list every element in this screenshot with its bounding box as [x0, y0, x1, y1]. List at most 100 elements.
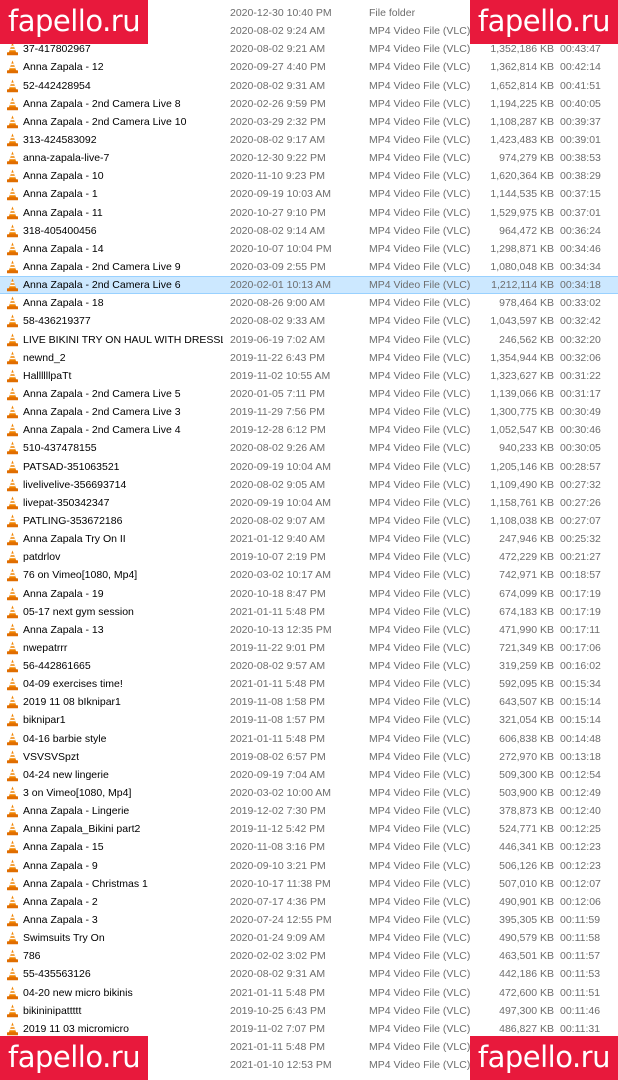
- file-name: Anna Zapala - 13: [23, 623, 104, 636]
- file-row[interactable]: 510-437478155 2020-08-02 9:26 AM MP4 Video…: [0, 439, 618, 457]
- file-name: Anna Zapala - 14: [23, 242, 104, 255]
- file-row[interactable]: Anna Zapala - 2nd Camera Live 10 2020-03-…: [0, 113, 618, 131]
- file-date-modified: 2020-11-08 3:16 PM: [230, 841, 325, 854]
- file-row[interactable]: Anna Zapala - 1 2020-09-19 10:03 AM MP4 Vi…: [0, 185, 618, 203]
- vlc-file-icon: [6, 605, 19, 619]
- vlc-file-icon: [6, 115, 19, 129]
- file-row[interactable]: Anna Zapala - 9 2020-09-10 3:21 PM MP4 Vid…: [0, 857, 618, 875]
- file-date-modified: 2019-11-08 1:58 PM: [230, 696, 325, 709]
- file-type: MP4 Video File (VLC): [369, 97, 471, 110]
- file-row[interactable]: Anna Zapala - Christmas 1 2020-10-17 11:3…: [0, 875, 618, 893]
- file-row[interactable]: 3 on Vimeo[1080, Mp4] 2020-03-02 10:00 AM…: [0, 784, 618, 802]
- vlc-file-icon: [6, 133, 19, 147]
- file-row[interactable]: PATSAD-351063521 2020-09-19 10:04 AM MP4 V…: [0, 458, 618, 476]
- file-type: MP4 Video File (VLC): [369, 968, 471, 981]
- file-row[interactable]: 04-20 new micro bikinis 2021-01-11 5:48 P…: [0, 984, 618, 1002]
- file-row[interactable]: 318-405400456 2020-08-02 9:14 AM MP4 Video…: [0, 222, 618, 240]
- file-row[interactable]: 76 on Vimeo[1080, Mp4] 2020-03-02 10:17 A…: [0, 566, 618, 584]
- file-date-modified: 2020-08-02 9:31 AM: [230, 968, 326, 981]
- file-length: 00:41:51: [560, 79, 601, 92]
- file-row[interactable]: Anna Zapala_Bikini part2 2019-11-12 5:42 …: [0, 820, 618, 838]
- file-row[interactable]: newnd_2 2019-11-22 6:43 PM MP4 Video File …: [0, 349, 618, 367]
- file-row[interactable]: Swimsuits Try On 2020-01-24 9:09 AM MP4 Vi…: [0, 929, 618, 947]
- file-name: 05-17 next gym session: [23, 605, 134, 618]
- file-row[interactable]: Anna Zapala - 10 2020-11-10 9:23 PM MP4 Vi…: [0, 167, 618, 185]
- file-list: 2020-12-30 10:40 PM File folder 2020-08-02…: [0, 4, 618, 1074]
- file-row[interactable]: Anna Zapala - 13 2020-10-13 12:35 PM MP4 V…: [0, 621, 618, 639]
- file-type: MP4 Video File (VLC): [369, 1059, 471, 1072]
- file-type: MP4 Video File (VLC): [369, 387, 471, 400]
- file-name: Anna Zapala - 15: [23, 841, 104, 854]
- file-row[interactable]: Anna Zapala Try On II 2021-01-12 9:40 AM M…: [0, 530, 618, 548]
- file-name: 52-442428954: [23, 79, 91, 92]
- file-row[interactable]: Anna Zapala - 2nd Camera Live 5 2020-01-0…: [0, 385, 618, 403]
- vlc-file-icon: [6, 677, 19, 691]
- file-row[interactable]: 56-442861665 2020-08-02 9:57 AM MP4 Video …: [0, 657, 618, 675]
- file-size: 1,423,483 KB: [490, 133, 554, 146]
- file-row[interactable]: VSVSVSpzt 2019-08-02 6:57 PM MP4 Video Fil…: [0, 748, 618, 766]
- file-row[interactable]: Anna Zapala - 15 2020-11-08 3:16 PM MP4 Vi…: [0, 838, 618, 856]
- file-name: PATSAD-351063521: [23, 460, 120, 473]
- vlc-file-icon: [6, 750, 19, 764]
- file-row[interactable]: 786 2020-02-02 3:02 PM MP4 Video File (VLC…: [0, 947, 618, 965]
- file-row[interactable]: Anna Zapala - 18 2020-08-26 9:00 AM MP4 Vi…: [0, 294, 618, 312]
- file-row[interactable]: anna-zapala-live-7 2020-12-30 9:22 PM MP4 …: [0, 149, 618, 167]
- file-row[interactable]: livepat-350342347 2020-09-19 10:04 AM MP4 …: [0, 494, 618, 512]
- file-name: newnd_2: [23, 351, 66, 364]
- file-name: Anna Zapala - Christmas 1: [23, 877, 148, 890]
- file-row[interactable]: 04-09 exercises time! 2021-01-11 5:48 PM M…: [0, 675, 618, 693]
- file-row[interactable]: Anna Zapala - 19 2020-10-18 8:47 PM MP4 Vi…: [0, 585, 618, 603]
- file-length: 00:34:18: [560, 279, 601, 292]
- file-date-modified: 2020-09-19 7:04 AM: [230, 768, 326, 781]
- file-row[interactable]: Anna Zapala - 12 2020-09-27 4:40 PM MP4 Vi…: [0, 58, 618, 76]
- file-date-modified: 2019-12-28 6:12 PM: [230, 424, 326, 437]
- file-row[interactable]: Anna Zapala - Lingerie 2019-12-02 7:30 PM…: [0, 802, 618, 820]
- file-row[interactable]: Anna Zapala - 14 2020-10-07 10:04 PM MP4 V…: [0, 240, 618, 258]
- file-length: 00:31:17: [560, 387, 601, 400]
- file-row[interactable]: 58-436219377 2020-08-02 9:33 AM MP4 Video …: [0, 312, 618, 330]
- file-row[interactable]: 04-16 barbie style 2021-01-11 5:48 PM MP4 …: [0, 730, 618, 748]
- file-row[interactable]: Anna Zapala - 2nd Camera Live 4 2019-12-2…: [0, 421, 618, 439]
- file-row[interactable]: 2019 11 08 bIknipar1 2019-11-08 1:58 PM MP…: [0, 693, 618, 711]
- file-row[interactable]: 52-442428954 2020-08-02 9:31 AM MP4 Video …: [0, 77, 618, 95]
- file-row[interactable]: HallllllpaTt 2019-11-02 10:55 AM MP4 Video…: [0, 367, 618, 385]
- file-length: 00:12:23: [560, 859, 601, 872]
- vlc-file-icon: [6, 187, 19, 201]
- file-row[interactable]: Anna Zapala - 2nd Camera Live 8 2020-02-2…: [0, 95, 618, 113]
- file-size: 1,080,048 KB: [490, 260, 554, 273]
- file-type: MP4 Video File (VLC): [369, 170, 471, 183]
- vlc-file-icon: [6, 314, 19, 328]
- file-length: 00:37:01: [560, 206, 601, 219]
- file-length: 00:38:29: [560, 170, 601, 183]
- file-name: livelivelive-356693714: [23, 478, 127, 491]
- vlc-file-icon: [6, 260, 19, 274]
- file-type: MP4 Video File (VLC): [369, 641, 471, 654]
- file-row[interactable]: 55-435563126 2020-08-02 9:31 AM MP4 Video …: [0, 965, 618, 983]
- file-row[interactable]: Anna Zapala - 2 2020-07-17 4:36 PM MP4 Vid…: [0, 893, 618, 911]
- file-row[interactable]: livelivelive-356693714 2020-08-02 9:05 AM…: [0, 476, 618, 494]
- file-row[interactable]: Anna Zapala - 11 2020-10-27 9:10 PM MP4 Vi…: [0, 204, 618, 222]
- file-row[interactable]: Anna Zapala - 2nd Camera Live 6 2020-02-0…: [0, 276, 618, 295]
- file-type: MP4 Video File (VLC): [369, 895, 471, 908]
- file-row[interactable]: Anna Zapala - 2nd Camera Live 3 2019-11-2…: [0, 403, 618, 421]
- file-row[interactable]: 05-17 next gym session 2021-01-11 5:48 PM…: [0, 603, 618, 621]
- file-row[interactable]: nwepatrrr 2019-11-22 9:01 PM MP4 Video Fil…: [0, 639, 618, 657]
- file-row[interactable]: biknipar1 2019-11-08 1:57 PM MP4 Video Fil…: [0, 711, 618, 729]
- file-row[interactable]: Anna Zapala - 3 2020-07-24 12:55 PM MP4 Vi…: [0, 911, 618, 929]
- file-name: Anna Zapala - 9: [23, 859, 98, 872]
- file-row[interactable]: 313-424583092 2020-08-02 9:17 AM MP4 Video…: [0, 131, 618, 149]
- file-row[interactable]: LIVE BIKINI TRY ON HAUL WITH DRESSLI... 2…: [0, 331, 618, 349]
- vlc-file-icon: [6, 242, 19, 256]
- vlc-file-icon: [6, 169, 19, 183]
- file-length: 00:11:57: [560, 950, 601, 963]
- file-date-modified: 2019-11-02 10:55 AM: [230, 369, 331, 382]
- file-size: 463,501 KB: [499, 950, 554, 963]
- file-type: MP4 Video File (VLC): [369, 551, 471, 564]
- file-row[interactable]: bikininipattttt 2019-10-25 6:43 PM MP4 Vid…: [0, 1002, 618, 1020]
- file-row[interactable]: PATLING-353672186 2020-08-02 9:07 AM MP4 V…: [0, 512, 618, 530]
- file-row[interactable]: 04-24 new lingerie 2020-09-19 7:04 AM MP4 …: [0, 766, 618, 784]
- file-row[interactable]: patdrlov 2019-10-07 2:19 PM MP4 Video File…: [0, 548, 618, 566]
- file-row[interactable]: Anna Zapala - 2nd Camera Live 9 2020-03-0…: [0, 258, 618, 276]
- file-length: 00:42:14: [560, 61, 601, 74]
- file-size: 721,349 KB: [499, 641, 554, 654]
